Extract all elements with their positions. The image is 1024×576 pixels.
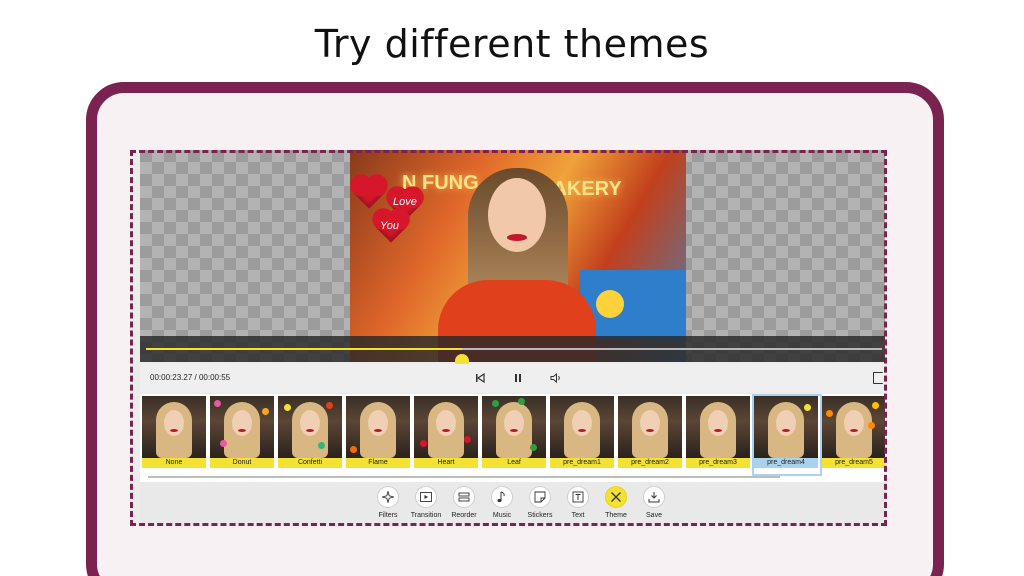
heart-sticker-icon (353, 177, 385, 209)
tool-label: Stickers (527, 512, 553, 519)
time-separator: / (194, 373, 197, 382)
text-button[interactable]: Text (558, 486, 598, 526)
theme-thumbnail[interactable]: Leaf (482, 396, 546, 468)
bottom-toolbar: Filters Transition Reorder Music Sticker… (140, 482, 885, 526)
pause-icon[interactable] (510, 370, 526, 386)
preview-photo: N FUNG BAKERY Love You (350, 150, 686, 362)
total-time: 00:00:55 (198, 373, 231, 382)
download-icon (643, 486, 665, 508)
tool-label: Save (646, 512, 662, 519)
theme-label: pre_dream3 (686, 458, 750, 468)
theme-thumbnail[interactable]: Flame (346, 396, 410, 468)
transition-button[interactable]: Transition (406, 486, 446, 526)
reorder-icon (453, 486, 475, 508)
theme-thumbnail[interactable]: Heart (414, 396, 478, 468)
theme-thumbnail[interactable]: pre_dream1 (550, 396, 614, 468)
filters-button[interactable]: Filters (368, 486, 408, 526)
video-editor: N FUNG BAKERY Love You 00:00:23.27 / 00:… (130, 150, 887, 526)
video-preview[interactable]: N FUNG BAKERY Love You (140, 150, 885, 362)
playback-controls: 00:00:23.27 / 00:00:55 (140, 364, 885, 392)
stickers-button[interactable]: Stickers (520, 486, 560, 526)
heart-sticker-text: Love (393, 196, 417, 208)
music-button[interactable]: Music (482, 486, 522, 526)
theme-thumbnail[interactable]: pre_dream2 (618, 396, 682, 468)
skip-back-icon[interactable] (472, 370, 488, 386)
seek-track[interactable] (146, 348, 882, 368)
tool-label: Text (571, 512, 585, 519)
tool-label: Transition (410, 512, 442, 519)
theme-thumbnail-selected[interactable]: pre_dream4 (752, 394, 822, 476)
subject-lips (507, 234, 527, 241)
theme-preview (142, 396, 206, 458)
sparkle-icon (377, 486, 399, 508)
theme-label: Leaf (482, 458, 546, 468)
theme-thumbnail[interactable]: pre_dream3 (686, 396, 750, 468)
theme-preview (346, 396, 410, 458)
time-readout: 00:00:23.27 / 00:00:55 (150, 373, 230, 382)
theme-thumbnail[interactable]: Confetti (278, 396, 342, 468)
heart-sticker-text: You (380, 220, 399, 232)
tool-label: Reorder (451, 512, 477, 519)
theme-label: Confetti (278, 458, 342, 468)
theme-strip[interactable]: None Donut Confetti Flame Heart Leaf pre… (140, 394, 885, 482)
theme-label: Flame (346, 458, 410, 468)
sticker-icon (529, 486, 551, 508)
theme-preview (414, 396, 478, 458)
save-button[interactable]: Save (634, 486, 674, 526)
theme-thumbnail[interactable]: pre_dream5 (822, 396, 885, 468)
theme-preview (618, 396, 682, 458)
theme-preview (210, 396, 274, 458)
theme-preview (686, 396, 750, 458)
tool-label: Theme (605, 512, 627, 519)
theme-label: Donut (210, 458, 274, 468)
theme-label: None (142, 458, 206, 468)
seek-progress (146, 348, 463, 350)
theme-button[interactable]: Theme (596, 486, 636, 526)
theme-preview (550, 396, 614, 458)
theme-preview (754, 396, 818, 458)
theme-thumbnail[interactable]: Donut (210, 396, 274, 468)
theme-label: pre_dream5 (822, 458, 885, 468)
theme-preview (482, 396, 546, 458)
seek-bar[interactable] (140, 336, 885, 368)
reorder-button[interactable]: Reorder (444, 486, 484, 526)
theme-label: Heart (414, 458, 478, 468)
tool-label: Filters (378, 512, 398, 519)
theme-label: pre_dream2 (618, 458, 682, 468)
tool-label: Music (492, 512, 512, 519)
music-note-icon (491, 486, 513, 508)
theme-preview (822, 396, 885, 458)
fullscreen-icon[interactable] (873, 372, 883, 384)
horizontal-scrollbar[interactable] (148, 476, 780, 478)
theme-preview (278, 396, 342, 458)
text-icon (567, 486, 589, 508)
volume-icon[interactable] (548, 370, 564, 386)
brush-ruler-icon (605, 486, 627, 508)
headline: Try different themes (314, 22, 710, 66)
video-play-icon (415, 486, 437, 508)
theme-thumbnail[interactable]: None (142, 396, 206, 468)
background-light (596, 290, 624, 318)
theme-label: pre_dream1 (550, 458, 614, 468)
theme-label: pre_dream4 (754, 458, 818, 468)
current-time: 00:00:23.27 (150, 373, 193, 382)
